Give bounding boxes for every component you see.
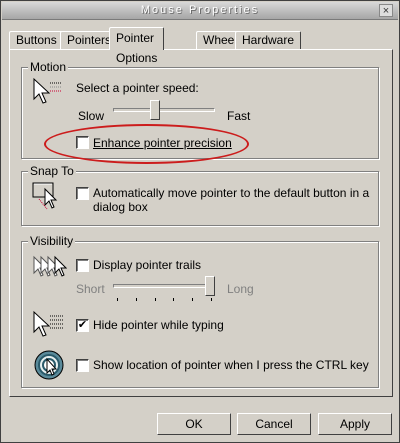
slow-label: Slow <box>78 109 105 123</box>
trails-tick <box>154 298 156 301</box>
show-location-checkbox[interactable] <box>76 359 89 372</box>
apply-button[interactable]: Apply <box>318 413 392 435</box>
trails-slider-thumb[interactable] <box>205 276 215 296</box>
fast-label: Fast <box>227 109 251 123</box>
visibility-group-title: Visibility <box>28 234 76 248</box>
speed-label: Select a pointer speed: <box>76 81 199 95</box>
mouse-properties-window: Mouse Properties × Buttons Pointers Poin… <box>0 0 400 443</box>
hide-pointer-check: ✔ <box>77 319 88 331</box>
tab-hardware[interactable]: Hardware <box>235 31 302 50</box>
short-label: Short <box>76 282 105 296</box>
snap-to-group-title: Snap To <box>28 164 76 178</box>
trails-tick <box>135 298 137 301</box>
pointer-speed-icon <box>33 77 62 104</box>
pointer-trails-checkbox[interactable] <box>76 259 89 272</box>
show-location-label[interactable]: Show location of pointer when I press th… <box>93 358 369 372</box>
trails-track <box>113 284 215 288</box>
hide-pointer-checkbox[interactable]: ✔ <box>76 319 89 332</box>
snap-to-icon <box>32 182 58 210</box>
long-label: Long <box>227 282 254 296</box>
cancel-button[interactable]: Cancel <box>237 413 311 435</box>
close-button[interactable]: × <box>379 4 393 17</box>
window-title: Mouse Properties <box>140 4 260 16</box>
pointer-trails-icon <box>33 255 67 277</box>
tab-buttons[interactable]: Buttons <box>9 31 64 50</box>
trails-tick <box>173 298 175 301</box>
hide-pointer-icon <box>33 310 64 337</box>
trails-tick <box>211 298 212 301</box>
snap-to-checkbox[interactable] <box>76 187 89 200</box>
enhance-precision-checkbox[interactable] <box>76 136 89 149</box>
speed-slider-thumb[interactable] <box>149 100 160 120</box>
enhance-precision-label[interactable]: Enhance pointer precision <box>93 136 232 150</box>
ok-button[interactable]: OK <box>157 413 231 435</box>
tab-pointer-options[interactable]: Pointer Options <box>109 27 165 65</box>
trails-tick <box>192 298 194 301</box>
pointer-trails-label[interactable]: Display pointer trails <box>93 258 201 272</box>
hide-pointer-label[interactable]: Hide pointer while typing <box>93 318 224 332</box>
show-location-icon <box>34 350 64 380</box>
title-bar[interactable]: Mouse Properties × <box>2 2 398 20</box>
speed-track <box>113 108 215 112</box>
trails-tick <box>117 298 118 301</box>
snap-to-label[interactable]: Automatically move pointer to the defaul… <box>93 186 373 214</box>
motion-group-title: Motion <box>28 60 69 74</box>
